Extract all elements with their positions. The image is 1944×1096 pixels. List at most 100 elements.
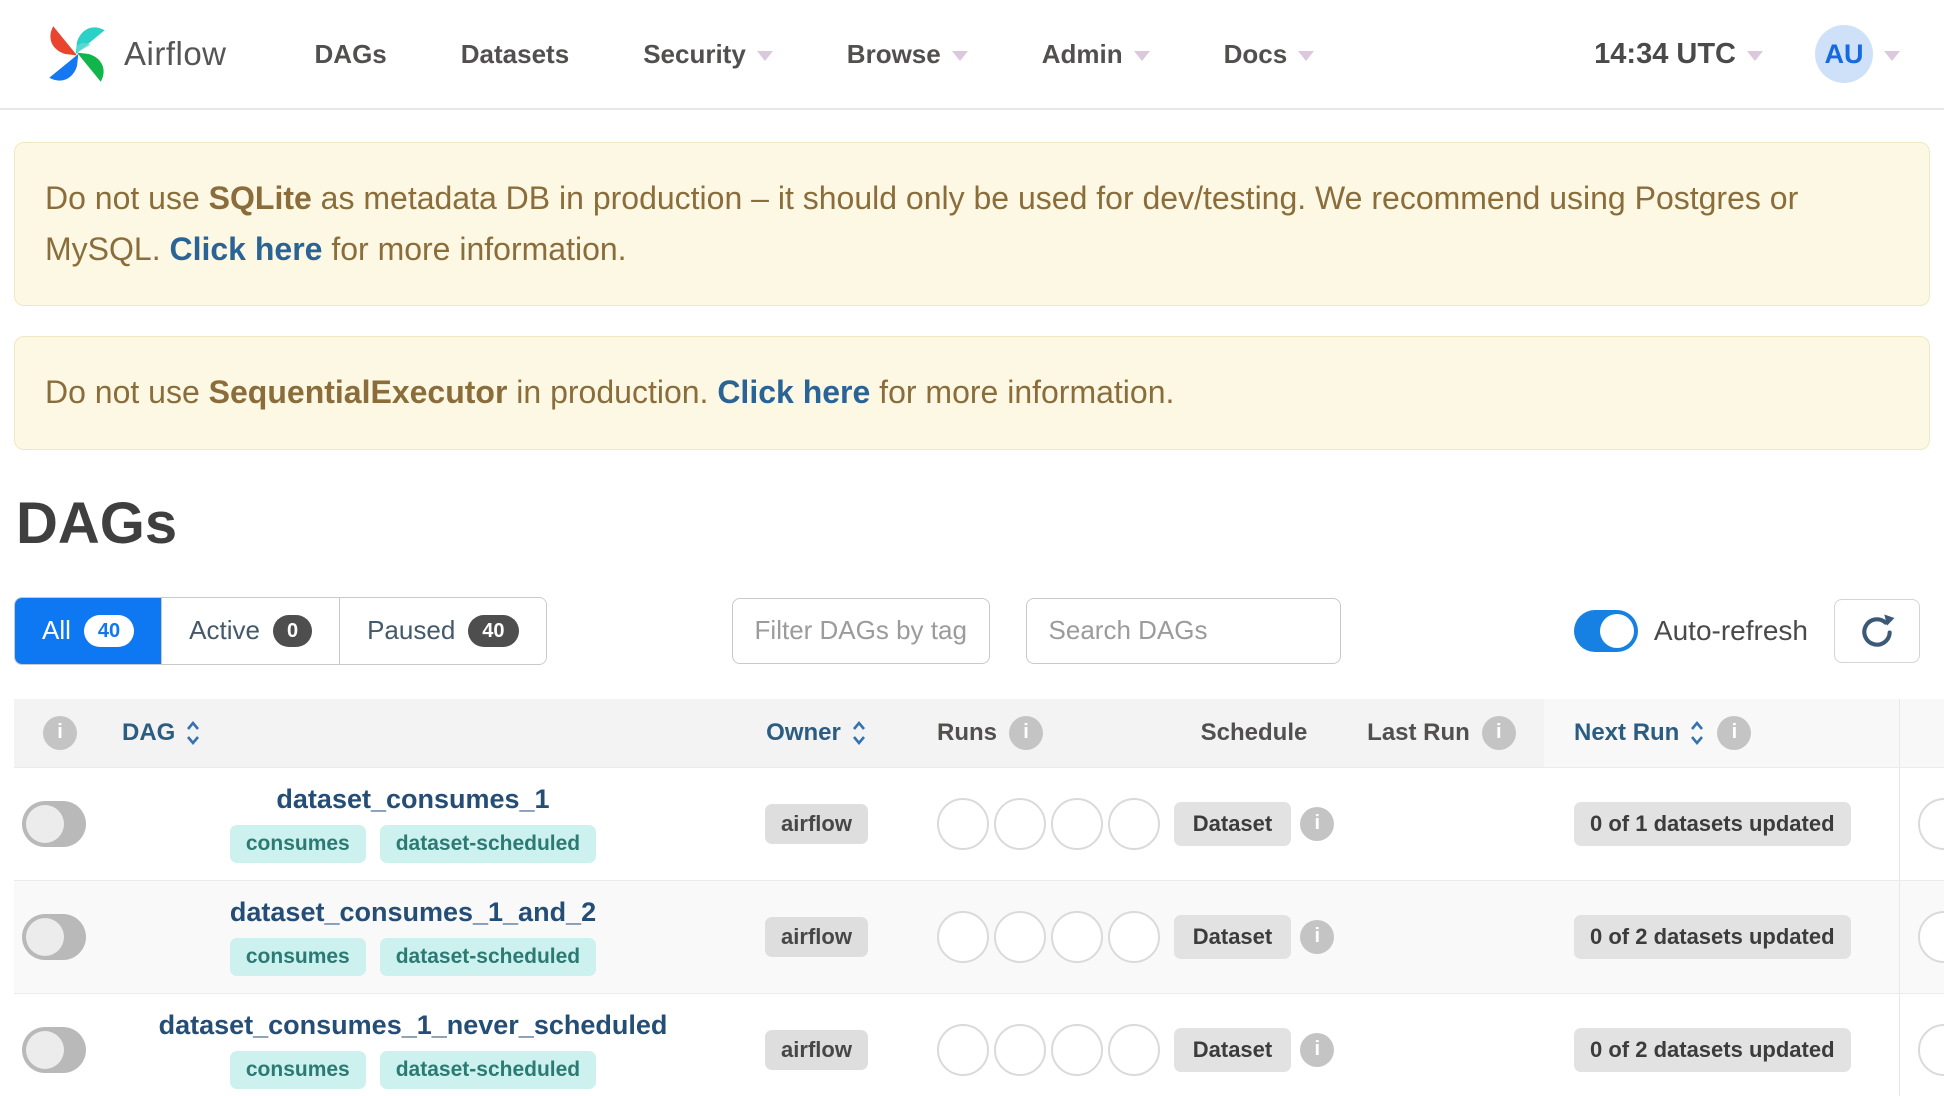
tab-active[interactable]: Active 0 bbox=[161, 597, 340, 664]
table-row: dataset_consumes_1_and_2 consumes datase… bbox=[14, 879, 1944, 993]
table-row: dataset_consumes_1 consumes dataset-sche… bbox=[14, 766, 1944, 880]
auto-refresh-label: Auto-refresh bbox=[1653, 614, 1808, 646]
page-title: DAGs bbox=[16, 490, 178, 556]
sqlite-warning-banner: Do not use SQLite as metadata DB in prod… bbox=[14, 142, 1930, 307]
tab-all[interactable]: All 40 bbox=[15, 597, 162, 664]
chevron-down-icon bbox=[951, 51, 968, 61]
dag-filter-tabs: All 40 Active 0 Paused 40 bbox=[14, 596, 547, 665]
header-schedule: Schedule bbox=[1200, 718, 1308, 746]
chevron-down-icon bbox=[756, 51, 773, 61]
runs-success-circle[interactable] bbox=[994, 797, 1046, 850]
recent-tasks-circle[interactable] bbox=[1918, 910, 1944, 963]
sort-icon[interactable] bbox=[185, 718, 201, 748]
recent-tasks-circle[interactable] bbox=[1918, 1023, 1944, 1076]
runs-success-circle[interactable] bbox=[994, 910, 1046, 963]
next-run-badge: 0 of 1 datasets updated bbox=[1574, 801, 1851, 846]
auto-refresh-toggle[interactable] bbox=[1573, 609, 1638, 652]
user-menu[interactable]: AU bbox=[1815, 25, 1900, 83]
dags-table: i DAG Owner Runs i Schedule Last Run i N… bbox=[14, 698, 1944, 1096]
owner-badge[interactable]: airflow bbox=[765, 1029, 868, 1070]
info-icon[interactable]: i bbox=[1300, 919, 1335, 954]
info-icon[interactable]: i bbox=[43, 715, 77, 750]
toggle-knob bbox=[26, 804, 64, 843]
chevron-down-icon bbox=[1747, 51, 1763, 61]
owner-badge[interactable]: airflow bbox=[765, 803, 868, 844]
dag-link[interactable]: dataset_consumes_1 bbox=[276, 784, 549, 815]
chevron-down-icon bbox=[1884, 51, 1900, 61]
chevron-down-icon bbox=[1133, 51, 1150, 61]
brand-link[interactable]: Airflow bbox=[44, 21, 227, 87]
sort-header-owner[interactable]: Owner bbox=[766, 719, 841, 747]
navbar: Airflow DAGs Datasets Security Browse Ad… bbox=[0, 0, 1944, 110]
nav-item-admin[interactable]: Admin bbox=[1042, 39, 1150, 70]
runs-queued-circle[interactable] bbox=[937, 910, 989, 963]
nav-item-dags[interactable]: DAGs bbox=[315, 39, 387, 70]
nav-item-browse[interactable]: Browse bbox=[847, 39, 968, 70]
dag-link[interactable]: dataset_consumes_1_never_scheduled bbox=[159, 1010, 668, 1041]
sqlite-warning-link[interactable]: Click here bbox=[169, 231, 322, 267]
info-icon[interactable]: i bbox=[1717, 715, 1752, 750]
runs-failed-circle[interactable] bbox=[1108, 1023, 1160, 1076]
schedule-badge[interactable]: Dataset bbox=[1173, 801, 1292, 846]
info-icon[interactable]: i bbox=[1300, 806, 1335, 841]
runs-summary bbox=[929, 768, 1169, 880]
dag-link[interactable]: dataset_consumes_1_and_2 bbox=[230, 897, 596, 928]
runs-failed-circle[interactable] bbox=[1108, 797, 1160, 850]
runs-summary bbox=[929, 994, 1169, 1096]
schedule-badge[interactable]: Dataset bbox=[1173, 914, 1292, 959]
dag-tag[interactable]: consumes bbox=[229, 938, 366, 977]
refresh-controls: Auto-refresh bbox=[1573, 598, 1920, 663]
dag-tag[interactable]: consumes bbox=[229, 1051, 366, 1090]
sort-header-dag[interactable]: DAG bbox=[122, 719, 175, 747]
tab-paused-count-badge: 40 bbox=[468, 614, 519, 647]
toggle-knob bbox=[1599, 613, 1634, 648]
dag-tag[interactable]: dataset-scheduled bbox=[379, 825, 597, 864]
dag-tag[interactable]: dataset-scheduled bbox=[379, 938, 597, 977]
pause-toggle[interactable] bbox=[22, 800, 86, 847]
search-dags-input[interactable] bbox=[1025, 597, 1341, 664]
nav-item-datasets[interactable]: Datasets bbox=[461, 39, 569, 70]
tab-paused[interactable]: Paused 40 bbox=[339, 597, 546, 664]
navbar-right: 14:34 UTC AU bbox=[1594, 25, 1900, 83]
chevron-down-icon bbox=[1298, 51, 1315, 61]
runs-running-circle[interactable] bbox=[1051, 797, 1103, 850]
info-icon[interactable]: i bbox=[1300, 1032, 1335, 1067]
executor-warning-link[interactable]: Click here bbox=[717, 374, 870, 410]
owner-badge[interactable]: airflow bbox=[765, 916, 868, 957]
timezone-dropdown[interactable]: 14:34 UTC bbox=[1594, 38, 1763, 71]
runs-summary bbox=[929, 881, 1169, 993]
tab-all-count-badge: 40 bbox=[83, 614, 135, 647]
runs-running-circle[interactable] bbox=[1051, 1023, 1103, 1076]
info-icon[interactable]: i bbox=[1009, 715, 1043, 750]
nav-item-security[interactable]: Security bbox=[643, 39, 773, 70]
refresh-icon bbox=[1858, 612, 1896, 650]
schedule-badge[interactable]: Dataset bbox=[1173, 1027, 1292, 1072]
sequential-executor-warning-banner: Do not use SequentialExecutor in product… bbox=[14, 336, 1930, 450]
nav-item-docs[interactable]: Docs bbox=[1224, 39, 1315, 70]
info-icon[interactable]: i bbox=[1481, 715, 1516, 750]
runs-running-circle[interactable] bbox=[1051, 910, 1103, 963]
pause-toggle[interactable] bbox=[22, 913, 86, 960]
runs-queued-circle[interactable] bbox=[937, 1023, 989, 1076]
runs-success-circle[interactable] bbox=[994, 1023, 1046, 1076]
tag-filter-input[interactable] bbox=[731, 597, 990, 664]
refresh-button[interactable] bbox=[1834, 598, 1920, 663]
pause-toggle[interactable] bbox=[22, 1026, 86, 1073]
next-run-badge: 0 of 2 datasets updated bbox=[1574, 914, 1851, 959]
header-runs: Runs bbox=[937, 718, 997, 746]
sort-icon[interactable] bbox=[851, 718, 867, 748]
runs-failed-circle[interactable] bbox=[1108, 910, 1160, 963]
next-run-badge: 0 of 2 datasets updated bbox=[1574, 1027, 1851, 1072]
toggle-knob bbox=[26, 917, 64, 956]
recent-tasks-circle[interactable] bbox=[1918, 797, 1944, 850]
dag-controls: All 40 Active 0 Paused 40 Auto-refresh bbox=[14, 596, 1920, 665]
sort-header-next-run[interactable]: Next Run bbox=[1574, 719, 1679, 747]
dag-tag[interactable]: consumes bbox=[229, 825, 366, 864]
last-run-cell bbox=[1339, 881, 1544, 993]
runs-queued-circle[interactable] bbox=[937, 797, 989, 850]
sort-icon[interactable] bbox=[1689, 718, 1705, 748]
airflow-dags-page: Airflow DAGs Datasets Security Browse Ad… bbox=[0, 0, 1944, 1096]
table-row: dataset_consumes_1_never_scheduled consu… bbox=[14, 992, 1944, 1096]
dag-tag[interactable]: dataset-scheduled bbox=[379, 1051, 597, 1090]
table-header-row: i DAG Owner Runs i Schedule Last Run i N… bbox=[14, 698, 1944, 767]
